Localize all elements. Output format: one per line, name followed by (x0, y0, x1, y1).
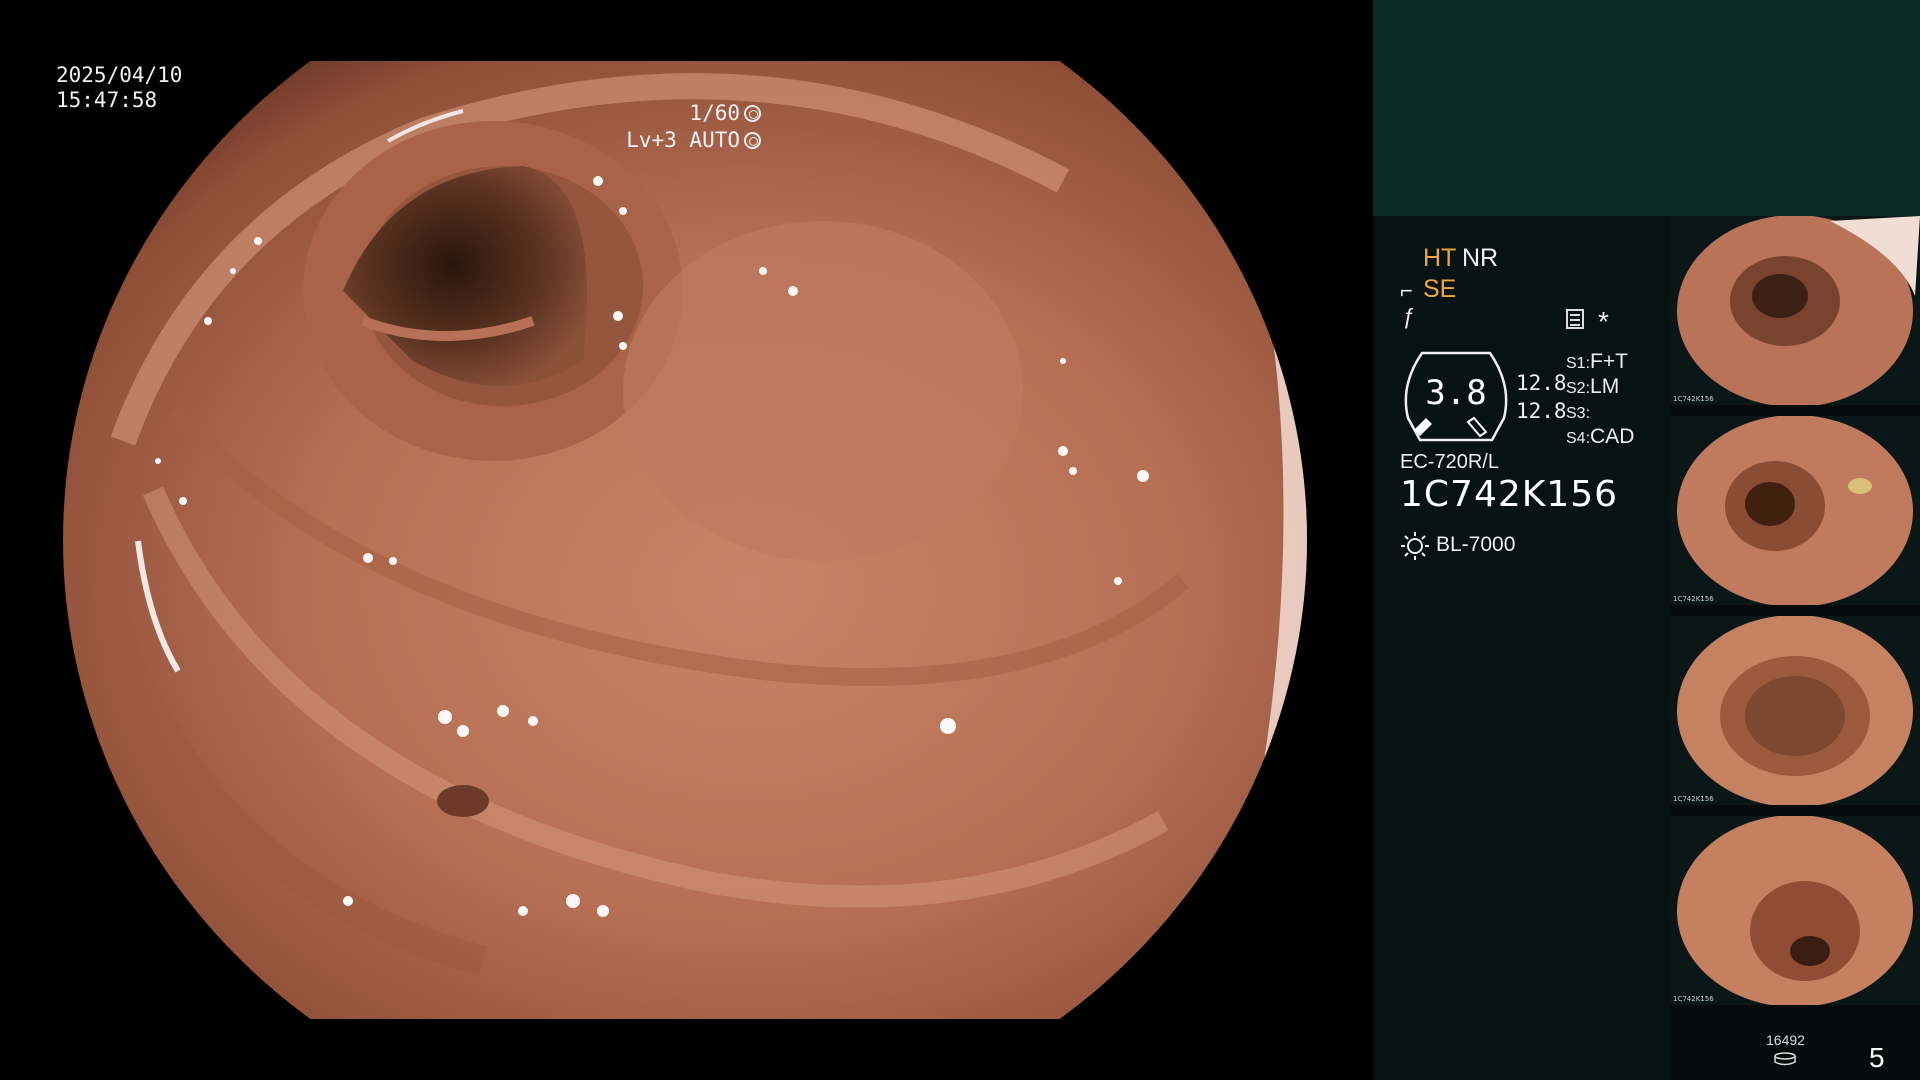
thumbnail-image (1677, 616, 1913, 805)
thumbnail-image (1677, 816, 1913, 1005)
shutter-icon (744, 105, 761, 122)
ht-indicator: HT (1423, 244, 1457, 272)
light-source-model: BL-7000 (1436, 533, 1516, 556)
asterisk-icon: * (1598, 306, 1609, 337)
captured-thumbnail[interactable]: 1C742K156 (1670, 416, 1920, 605)
page-number: 5 (1869, 1042, 1885, 1073)
value-b: 12.8 (1516, 399, 1567, 423)
exam-time: 15:47:58 (56, 88, 158, 112)
switch-slot-3: S3: (1566, 405, 1591, 422)
colon-lumen-image (63, 61, 1307, 1019)
gauge-value: 3.8 (1425, 373, 1487, 413)
scope-serial: 1C742K156 (1400, 474, 1619, 515)
exam-date: 2025/04/10 (56, 63, 183, 87)
f-stroke-icon: ƒ (1403, 304, 1416, 329)
light-icon (1401, 532, 1429, 560)
switch-slot-4: S4:CAD (1566, 425, 1635, 448)
endoscope-main-view: 2025/04/10 15:47:58 1/60 Lv+3 AUTO (0, 0, 1373, 1080)
iris-icon (744, 132, 761, 149)
scope-model: EC-720R/L (1400, 451, 1499, 473)
info-panel: HT NR ⌐ SE ƒ * 3.8 12.8 12.8 S1:F+T S2:L… (1373, 0, 1920, 1080)
list-icon (1566, 309, 1584, 329)
exposure-readout: 1/60 Lv+3 AUTO (626, 100, 761, 154)
brightness-level: Lv+3 (626, 128, 677, 152)
frame-count: 16492 (1766, 1032, 1805, 1048)
shutter-row: 1/60 (626, 100, 761, 127)
endoscope-image (63, 61, 1308, 1019)
switch-slot-2: S2:LM (1566, 375, 1620, 398)
captured-thumbnail[interactable]: 1C742K156 (1670, 216, 1920, 405)
thumbnail-image (1677, 216, 1920, 405)
database-icon (1774, 1052, 1796, 1066)
se-indicator: SE (1423, 275, 1457, 303)
iris-row: Lv+3 AUTO (626, 127, 761, 154)
shutter-speed: 1/60 (689, 101, 740, 125)
switch-slot-1: S1:F+T (1566, 350, 1628, 373)
iris-mode: AUTO (689, 128, 740, 152)
panel-header-area (1373, 0, 1920, 216)
scissor-icon: ⌐ (1400, 278, 1413, 303)
thumbnail-image (1677, 416, 1913, 605)
settings-info (1373, 216, 1670, 1080)
value-a: 12.8 (1516, 371, 1567, 395)
captured-thumbnail[interactable]: 1C742K156 (1670, 616, 1920, 805)
captured-thumbnail[interactable]: 1C742K156 (1670, 816, 1920, 1005)
nr-indicator: NR (1462, 244, 1499, 272)
